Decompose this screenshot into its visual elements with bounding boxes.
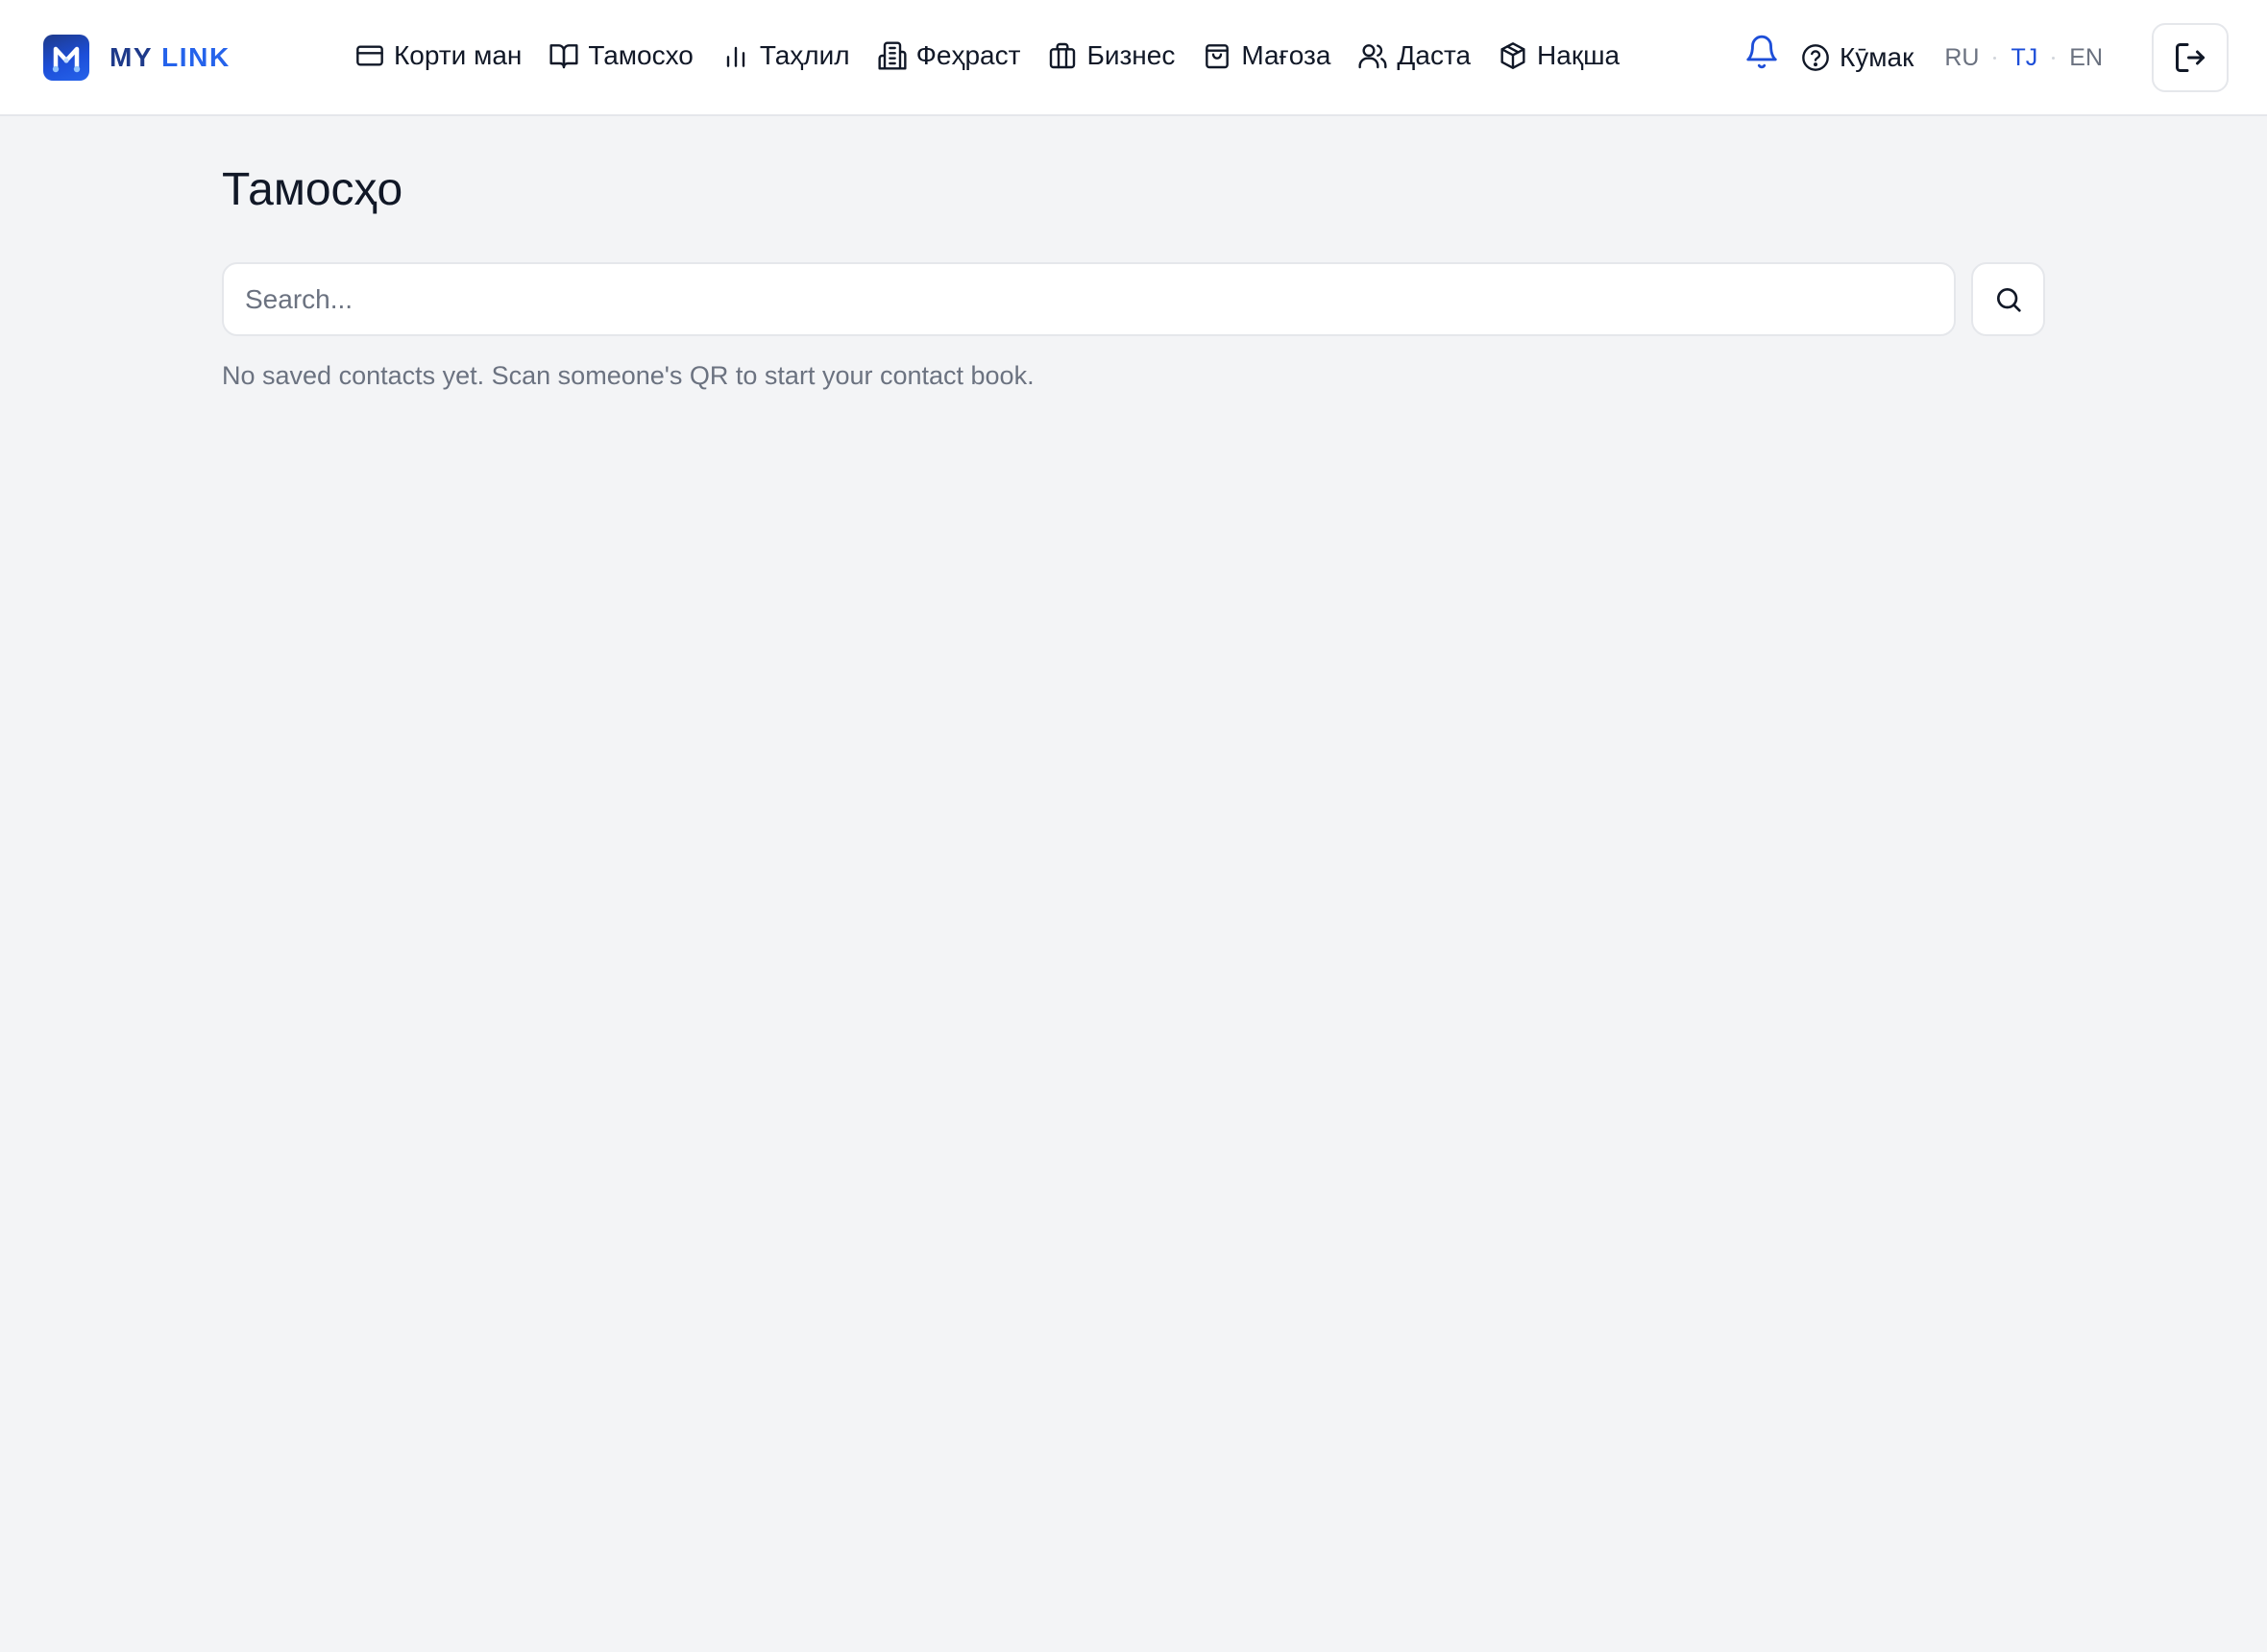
book-icon [549, 44, 578, 69]
card-icon [356, 45, 383, 66]
nav-label: Бизнес [1086, 40, 1176, 70]
main-nav: Корти ман Тамосхо Таҳлил Феҳраст Бизнес … [354, 33, 1620, 79]
nav-label: Корти ман [394, 40, 523, 70]
nav-item-plan[interactable]: Нақша [1498, 40, 1620, 71]
top-navigation-bar: MY LINK Корти ман Тамосхо Таҳлил Феҳраст… [0, 0, 2267, 116]
nav-item-analytics[interactable]: Таҳлил [720, 40, 850, 71]
header-actions: Кӯмак RU TJ EN [1741, 21, 2229, 94]
help-circle-icon [1802, 44, 1829, 71]
empty-state-message: No saved contacts yet. Scan someone's QR… [222, 361, 1035, 390]
nav-label: Нақша [1537, 40, 1621, 70]
nav-item-business[interactable]: Бизнес [1047, 40, 1175, 71]
logout-icon [2176, 43, 2205, 72]
language-switcher: RU TJ EN [1944, 44, 2103, 72]
brand-logo-link[interactable]: MY LINK [43, 35, 231, 81]
nav-label: Феҳраст [915, 40, 1021, 70]
search-input[interactable] [222, 262, 1956, 336]
nav-item-my-card[interactable]: Корти ман [354, 40, 522, 71]
building-icon [878, 41, 907, 70]
notifications-bell-icon[interactable] [1741, 31, 1783, 73]
nav-label: Даста [1397, 40, 1472, 70]
lang-ru[interactable]: RU [1944, 44, 1979, 72]
separator-dot [1993, 56, 1997, 60]
users-icon [1358, 44, 1387, 69]
help-label: Кӯмак [1839, 42, 1914, 72]
separator-dot [2052, 56, 2056, 60]
logout-button[interactable] [2152, 23, 2229, 92]
shopping-bag-icon [1206, 44, 1230, 69]
m-logo-icon [43, 35, 89, 81]
nav-item-contacts[interactable]: Тамосхо [548, 40, 694, 71]
briefcase-icon [1050, 42, 1076, 69]
nav-item-shop[interactable]: Мағоза [1202, 40, 1330, 71]
nav-label: Мағоза [1241, 40, 1331, 70]
package-icon [1500, 42, 1525, 69]
search-button[interactable] [1971, 262, 2045, 336]
help-link[interactable]: Кӯмак [1800, 42, 1914, 73]
page-title: Тамосҳо [222, 164, 403, 215]
search-icon [1996, 287, 2021, 312]
nav-item-team[interactable]: Даста [1357, 40, 1471, 71]
bar-chart-icon [726, 46, 745, 67]
nav-item-directory[interactable]: Феҳраст [877, 40, 1021, 71]
nav-label: Тамосхо [588, 40, 694, 70]
lang-en[interactable]: EN [2069, 44, 2103, 72]
brand-name: MY LINK [110, 42, 231, 72]
nav-label: Таҳлил [759, 40, 850, 70]
lang-tj[interactable]: TJ [2011, 44, 2037, 72]
